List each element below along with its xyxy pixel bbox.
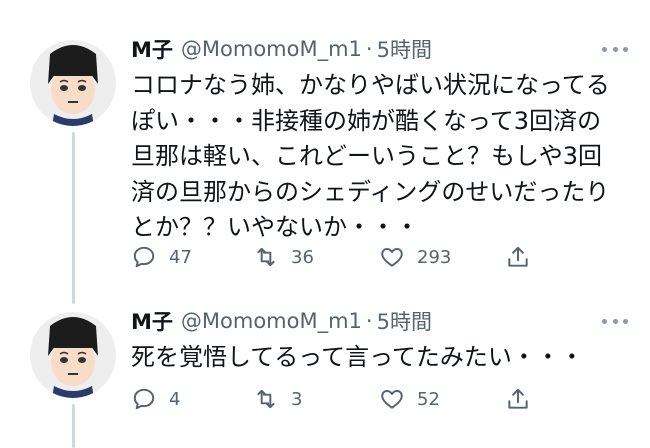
retweet-count: 36 — [291, 246, 314, 268]
tweet[interactable]: M子 @MomomoM_m1 · 5時間 死を覚悟してるって言ってたみたい・・・… — [0, 300, 650, 448]
heart-icon — [381, 390, 403, 409]
user-handle[interactable]: @MomomoM_m1 — [181, 37, 362, 61]
tweet-text: コロナなう姉、かなりやばい状況になってるぽい・・・非接種の姉が酷くなって3回済の… — [131, 71, 610, 241]
tweet-actions: 4 3 52 — [131, 384, 551, 414]
retweet-count: 3 — [291, 388, 303, 410]
separator: · — [365, 37, 373, 61]
user-handle[interactable]: @MomomoM_m1 — [181, 309, 362, 333]
reply-icon — [133, 246, 155, 268]
reply-button[interactable]: 47 — [131, 242, 192, 272]
timestamp[interactable]: 5時間 — [377, 34, 432, 64]
share-button[interactable] — [505, 242, 531, 272]
like-button[interactable]: 293 — [379, 242, 451, 272]
like-count: 52 — [417, 388, 440, 410]
retweet-button[interactable]: 36 — [253, 242, 314, 272]
tweet[interactable]: M子 @MomomoM_m1 · 5時間 コロナなう姉、かなりやばい状況になって… — [0, 0, 650, 300]
retweet-icon — [257, 247, 275, 267]
reply-icon — [133, 388, 155, 410]
display-name[interactable]: M子 — [131, 34, 173, 64]
heart-icon — [381, 248, 403, 267]
tweet-header: M子 @MomomoM_m1 · 5時間 — [131, 306, 432, 336]
retweet-button[interactable]: 3 — [253, 384, 302, 414]
share-icon — [508, 388, 528, 409]
retweet-icon — [257, 389, 275, 409]
display-name[interactable]: M子 — [131, 306, 173, 336]
like-count: 293 — [417, 246, 452, 268]
reply-count: 47 — [169, 246, 192, 268]
tweet-text: 死を覚悟してるって言ってたみたい・・・ — [131, 343, 584, 371]
more-icon[interactable] — [602, 316, 628, 326]
timestamp[interactable]: 5時間 — [377, 306, 432, 336]
like-button[interactable]: 52 — [379, 384, 440, 414]
share-icon — [508, 246, 528, 267]
reply-count: 4 — [169, 388, 181, 410]
separator: · — [365, 309, 373, 333]
more-icon[interactable] — [602, 44, 628, 54]
avatar[interactable] — [30, 40, 116, 126]
reply-button[interactable]: 4 — [131, 384, 180, 414]
avatar[interactable] — [30, 312, 116, 398]
share-button[interactable] — [505, 384, 531, 414]
tweet-header: M子 @MomomoM_m1 · 5時間 — [131, 34, 432, 64]
tweet-actions: 47 36 293 — [131, 242, 551, 272]
